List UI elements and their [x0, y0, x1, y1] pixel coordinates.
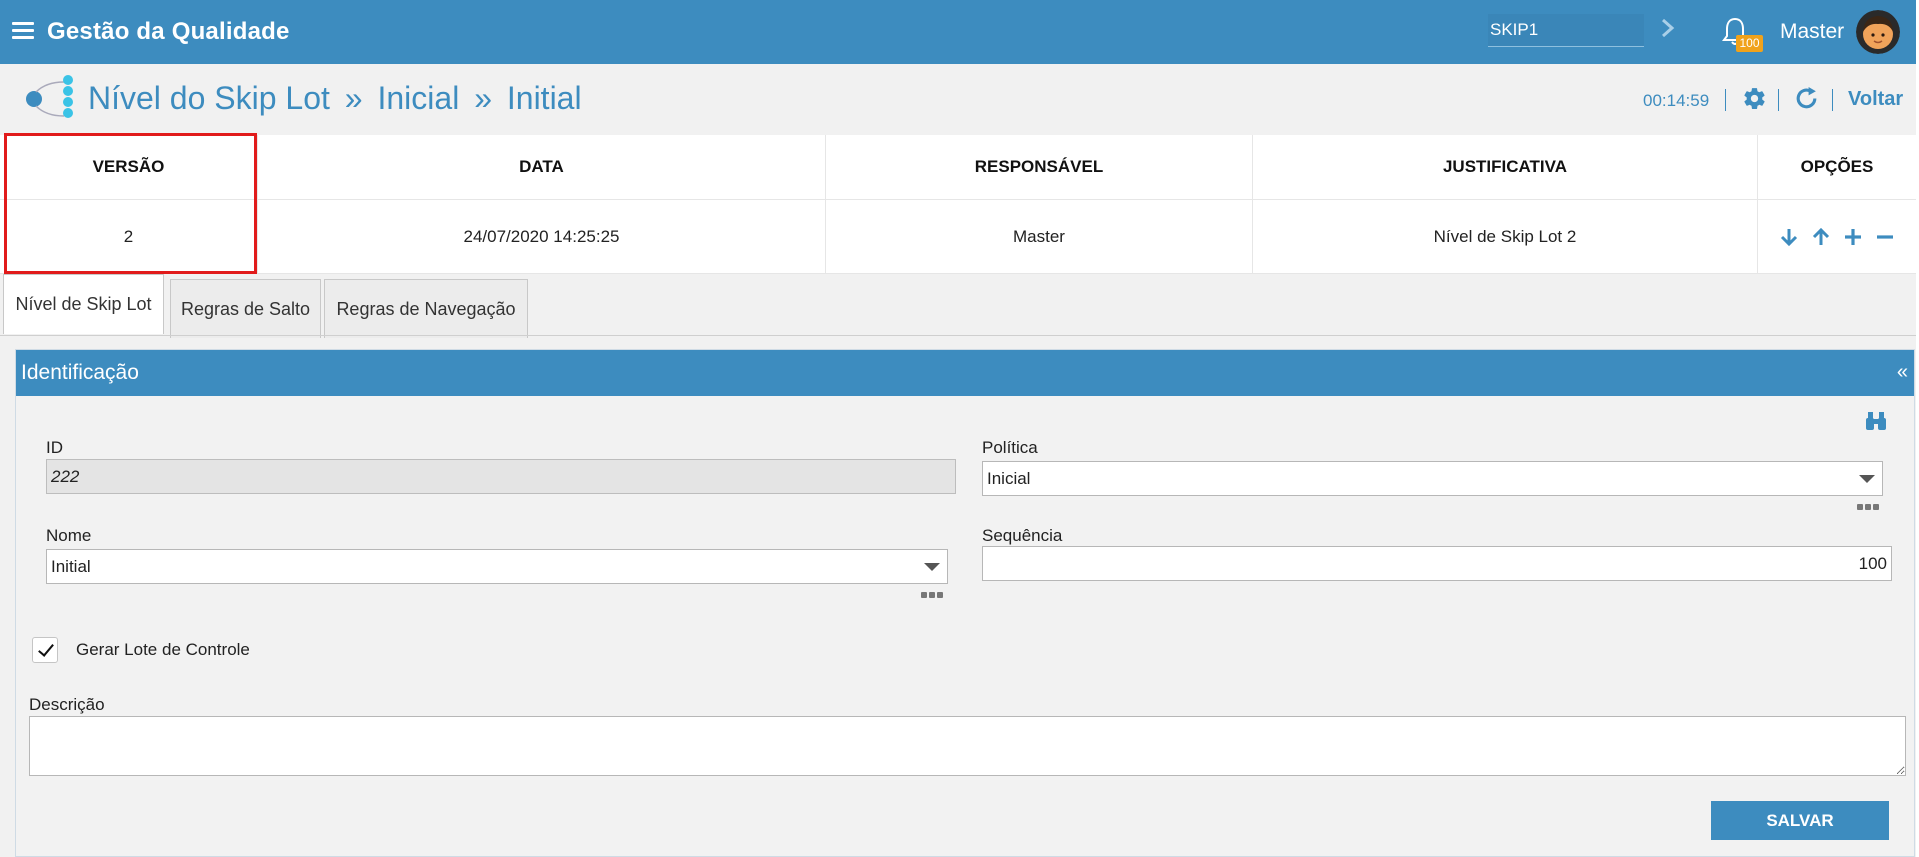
description-label: Descrição: [29, 695, 105, 714]
policy-label: Política: [982, 438, 1038, 457]
gear-icon[interactable]: [1742, 86, 1767, 111]
tab-bar: Nível de Skip Lot Regras de Salto Regras…: [0, 274, 1916, 338]
column-header-version: VERSÃO: [0, 135, 258, 199]
app-frame: Gestão da Qualidade 100 Master: [0, 0, 1916, 857]
id-field: [46, 459, 956, 494]
column-header-justification: JUSTIFICATIVA: [1253, 135, 1758, 199]
name-select-value: Initial: [46, 549, 948, 584]
column-header-date: DATA: [258, 135, 826, 199]
minus-icon[interactable]: [1874, 226, 1896, 248]
panel-header[interactable]: Identificação «: [16, 350, 1914, 396]
panel-title: Identificação: [21, 361, 139, 384]
collapse-icon[interactable]: «: [1897, 361, 1908, 384]
skip-lot-icon: [26, 75, 73, 118]
name-more-icon[interactable]: [921, 592, 947, 600]
version-table: VERSÃO DATA RESPONSÁVEL JUSTIFICATIVA OP…: [0, 135, 1916, 274]
header-divider: [1832, 89, 1833, 111]
sequence-label: Sequência: [982, 526, 1063, 545]
cell-responsible: Master: [826, 200, 1253, 273]
cell-version: 2: [0, 200, 258, 273]
save-button[interactable]: SALVAR: [1711, 801, 1889, 840]
policy-select-value: Inicial: [982, 461, 1883, 496]
session-timer: 00:14:59: [1643, 91, 1710, 110]
back-button[interactable]: Voltar: [1848, 88, 1903, 111]
id-label: ID: [46, 438, 63, 457]
code-input[interactable]: [1488, 14, 1644, 47]
tabs-divider: [0, 335, 1916, 336]
generate-lot-label[interactable]: Gerar Lote de Controle: [76, 640, 250, 660]
header-divider: [1725, 89, 1726, 111]
header-divider: [1778, 89, 1779, 111]
breadcrumb-level[interactable]: Nível do Skip Lot: [88, 80, 330, 116]
cell-options: [1758, 200, 1916, 273]
cell-justification: Nível de Skip Lot 2: [1253, 200, 1758, 273]
app-title: Gestão da Qualidade: [47, 18, 290, 45]
table-row[interactable]: 2 24/07/2020 14:25:25 Master Nível de Sk…: [0, 200, 1916, 274]
breadcrumb-separator: »: [344, 80, 363, 116]
plus-icon[interactable]: [1842, 226, 1864, 248]
app-window: Gestão da Qualidade 100 Master: [0, 0, 1919, 857]
tab-skip-rules[interactable]: Regras de Salto: [170, 279, 321, 338]
table-header-row: VERSÃO DATA RESPONSÁVEL JUSTIFICATIVA OP…: [0, 135, 1916, 200]
user-name[interactable]: Master: [1780, 20, 1844, 44]
column-header-responsible: RESPONSÁVEL: [826, 135, 1253, 199]
tab-navigation-rules[interactable]: Regras de Navegação: [324, 279, 528, 338]
notification-badge: 100: [1736, 35, 1763, 52]
description-field[interactable]: [29, 716, 1906, 776]
breadcrumb-policy[interactable]: Inicial: [377, 80, 459, 116]
cell-date: 24/07/2020 14:25:25: [258, 200, 826, 273]
menu-icon[interactable]: [12, 22, 34, 40]
top-bar: Gestão da Qualidade 100 Master: [0, 0, 1916, 64]
identification-panel: Identificação « ID Política Inicial Nom: [15, 349, 1915, 857]
breadcrumb-name: Initial: [506, 80, 582, 116]
sequence-field[interactable]: [982, 546, 1892, 581]
chevron-right-icon[interactable]: [1657, 14, 1679, 44]
generate-lot-checkbox[interactable]: [32, 637, 58, 663]
name-label: Nome: [46, 526, 92, 545]
policy-more-icon[interactable]: [1857, 504, 1883, 512]
binoculars-icon[interactable]: [1864, 410, 1888, 432]
column-header-options: OPÇÕES: [1800, 157, 1874, 176]
name-select[interactable]: Initial: [46, 549, 948, 584]
breadcrumb-separator: »: [474, 80, 492, 116]
page-title: Nível do Skip Lot » Inicial » Initial: [88, 80, 582, 117]
avatar[interactable]: [1856, 10, 1900, 54]
policy-select[interactable]: Inicial: [982, 461, 1883, 496]
refresh-icon[interactable]: [1794, 86, 1819, 111]
tab-skip-lot-level[interactable]: Nível de Skip Lot: [3, 274, 164, 334]
arrow-up-icon[interactable]: [1810, 226, 1832, 248]
arrow-down-icon[interactable]: [1778, 226, 1800, 248]
